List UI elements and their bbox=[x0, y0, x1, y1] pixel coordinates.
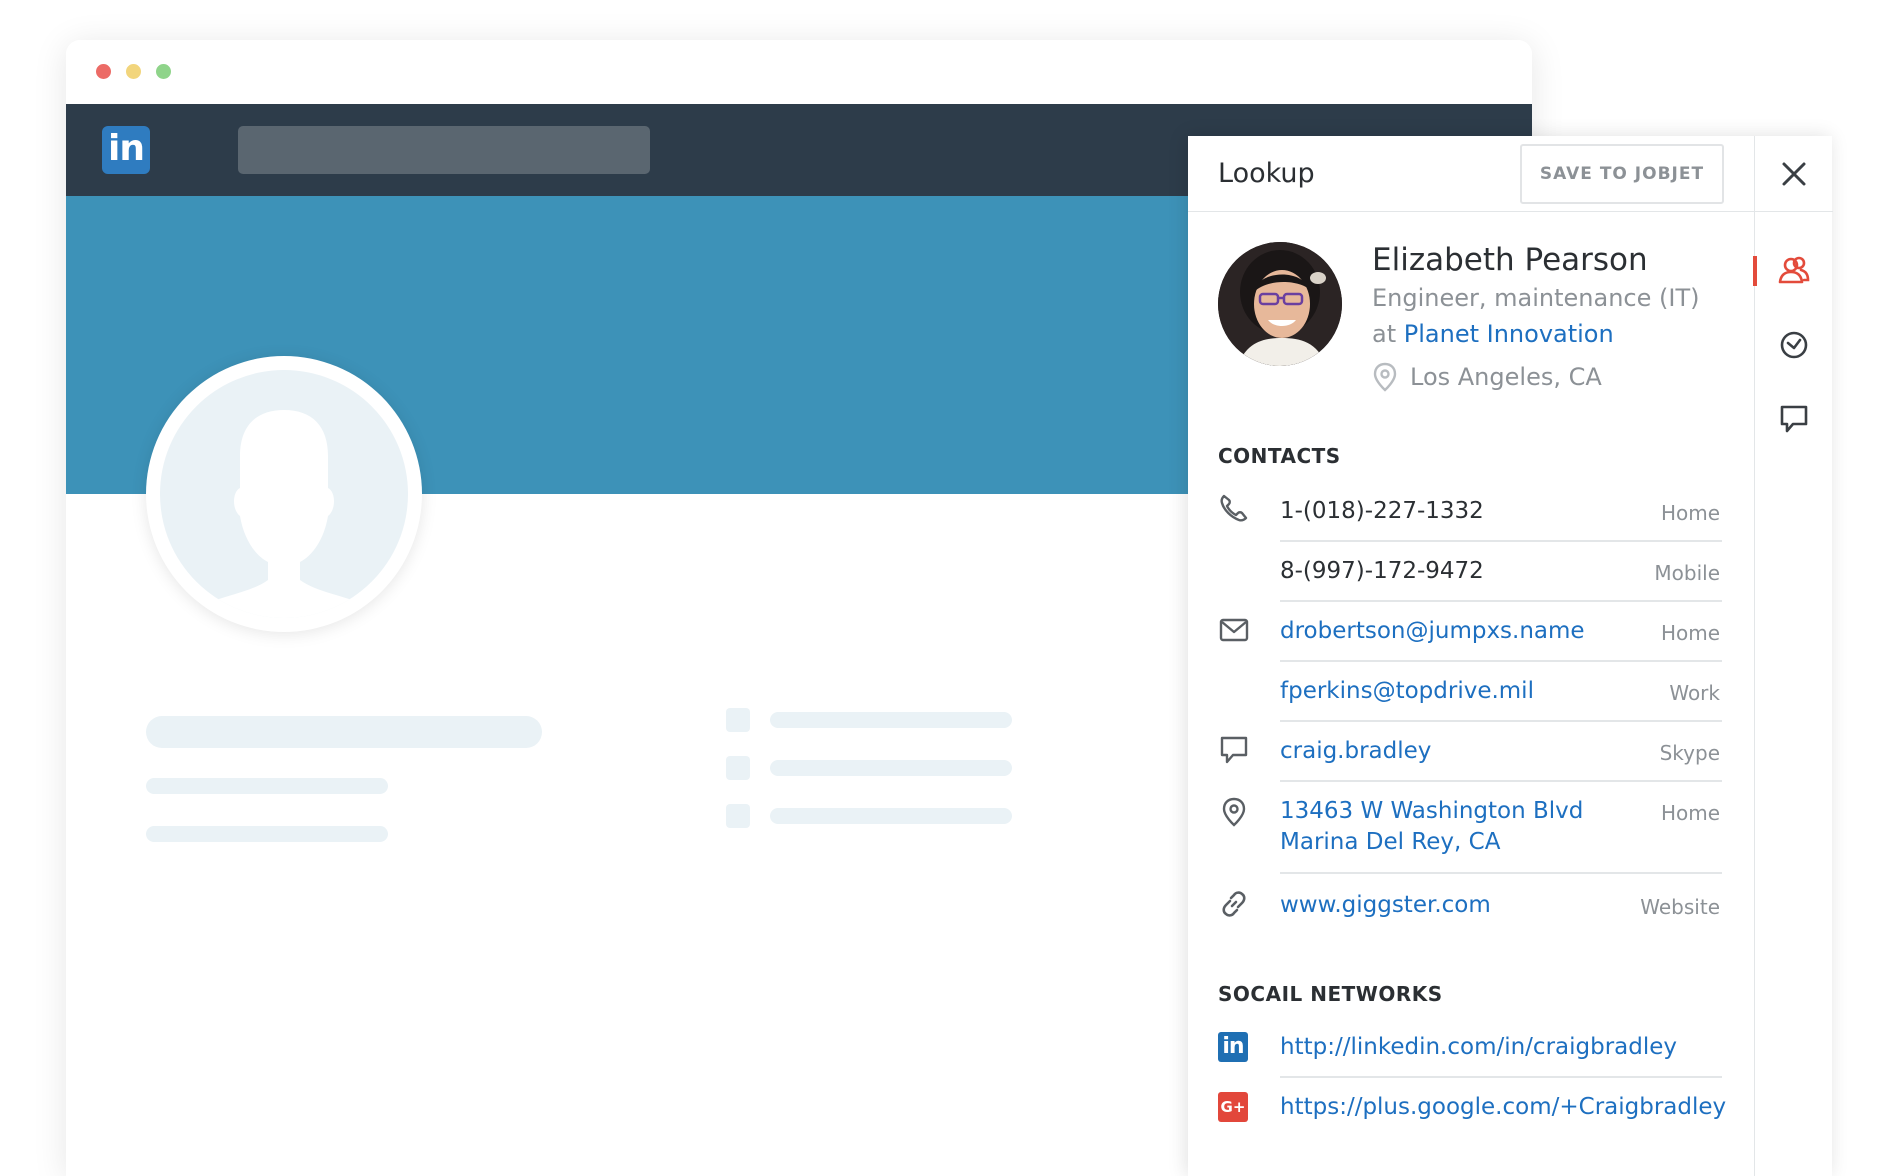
window-titlebar bbox=[66, 40, 1532, 104]
chat-icon[interactable] bbox=[1777, 402, 1811, 436]
email-icon bbox=[1219, 618, 1249, 642]
window-minimize-dot[interactable] bbox=[126, 64, 141, 79]
panel-header: Lookup SAVE TO JOBJET bbox=[1188, 136, 1754, 212]
window-close-dot[interactable] bbox=[96, 64, 111, 79]
contact-row-phone-home[interactable]: 1-(018)-227-1332 Home bbox=[1280, 496, 1722, 542]
person-silhouette-icon bbox=[200, 410, 368, 618]
contact-row-website[interactable]: www.giggster.com Website bbox=[1280, 890, 1722, 936]
social-row-linkedin[interactable]: http://linkedin.com/in/craigbradley bbox=[1280, 1032, 1722, 1078]
website-link[interactable]: www.giggster.com bbox=[1280, 890, 1491, 921]
address-label: Home bbox=[1660, 801, 1720, 825]
phone-value[interactable]: 1-(018)-227-1332 bbox=[1280, 496, 1484, 527]
email-label: Home bbox=[1660, 621, 1720, 645]
close-icon[interactable] bbox=[1777, 157, 1811, 191]
contact-row-address[interactable]: 13463 W Washington Blvd Marina Del Rey, … bbox=[1280, 796, 1722, 874]
skeleton-line bbox=[146, 778, 388, 794]
link-icon bbox=[1222, 891, 1246, 917]
google-plus-icon: G+ bbox=[1218, 1092, 1248, 1122]
website-label: Website bbox=[1640, 895, 1720, 919]
social-section-title: SOCAIL NETWORKS bbox=[1218, 982, 1443, 1006]
skeleton-line bbox=[770, 712, 1012, 728]
skeleton-title bbox=[146, 716, 542, 748]
skype-label: Skype bbox=[1659, 741, 1720, 765]
person-at-label: at bbox=[1372, 320, 1397, 348]
skeleton-bullet bbox=[726, 804, 750, 828]
location-pin-icon bbox=[1373, 362, 1397, 392]
active-tab-indicator bbox=[1753, 256, 1757, 286]
history-icon[interactable] bbox=[1777, 328, 1811, 362]
person-location-text: Los Angeles, CA bbox=[1410, 363, 1602, 391]
contact-row-email-home[interactable]: drobertson@jumpxs.name Home bbox=[1280, 616, 1722, 662]
address-line1[interactable]: 13463 W Washington Blvd bbox=[1280, 796, 1583, 827]
profile-avatar bbox=[146, 356, 422, 632]
phone-label: Home bbox=[1660, 501, 1720, 525]
panel-title: Lookup bbox=[1218, 158, 1315, 189]
contacts-icon[interactable] bbox=[1777, 254, 1811, 288]
email-link[interactable]: fperkins@topdrive.mil bbox=[1280, 676, 1534, 707]
close-button[interactable] bbox=[1755, 136, 1833, 212]
skeleton-line bbox=[770, 760, 1012, 776]
person-location: Los Angeles, CA bbox=[1372, 362, 1602, 392]
skeleton-line bbox=[770, 808, 1012, 824]
skype-link[interactable]: craig.bradley bbox=[1280, 736, 1431, 767]
phone-icon bbox=[1220, 494, 1248, 522]
linkedin-logo-icon[interactable]: in bbox=[102, 126, 150, 174]
google-plus-link[interactable]: https://plus.google.com/+Craigbradley bbox=[1280, 1092, 1726, 1123]
person-company-line: at Planet Innovation bbox=[1372, 320, 1614, 348]
social-row-google-plus[interactable]: https://plus.google.com/+Craigbradley bbox=[1280, 1092, 1726, 1138]
skype-chat-icon bbox=[1220, 736, 1248, 764]
contact-row-skype[interactable]: craig.bradley Skype bbox=[1280, 736, 1722, 782]
phone-label: Mobile bbox=[1654, 561, 1720, 585]
email-label: Work bbox=[1669, 681, 1720, 705]
skeleton-bullet bbox=[726, 708, 750, 732]
linkedin-icon: in bbox=[1218, 1032, 1248, 1062]
person-name: Elizabeth Pearson bbox=[1372, 242, 1648, 278]
address-line2[interactable]: Marina Del Rey, CA bbox=[1280, 827, 1500, 858]
lookup-panel: Lookup SAVE TO JOBJET Elizabeth Pearson … bbox=[1188, 136, 1833, 1176]
linkedin-link[interactable]: http://linkedin.com/in/craigbradley bbox=[1280, 1032, 1677, 1063]
person-photo bbox=[1218, 242, 1342, 366]
contact-row-email-work[interactable]: fperkins@topdrive.mil Work bbox=[1280, 676, 1722, 722]
panel-side-rail bbox=[1753, 136, 1833, 1176]
contact-row-phone-mobile[interactable]: 8-(997)-172-9472 Mobile bbox=[1280, 556, 1722, 602]
skeleton-bullet bbox=[726, 756, 750, 780]
window-maximize-dot[interactable] bbox=[156, 64, 171, 79]
save-to-jobjet-button[interactable]: SAVE TO JOBJET bbox=[1520, 144, 1724, 204]
address-pin-icon bbox=[1222, 797, 1246, 827]
phone-value[interactable]: 8-(997)-172-9472 bbox=[1280, 556, 1484, 587]
contacts-section-title: CONTACTS bbox=[1218, 444, 1341, 468]
person-photo-illustration bbox=[1218, 242, 1342, 366]
person-company-link[interactable]: Planet Innovation bbox=[1404, 320, 1614, 348]
person-role: Engineer, maintenance (IT) bbox=[1372, 284, 1700, 312]
email-link[interactable]: drobertson@jumpxs.name bbox=[1280, 616, 1585, 647]
search-bar-placeholder[interactable] bbox=[238, 126, 650, 174]
skeleton-line bbox=[146, 826, 388, 842]
